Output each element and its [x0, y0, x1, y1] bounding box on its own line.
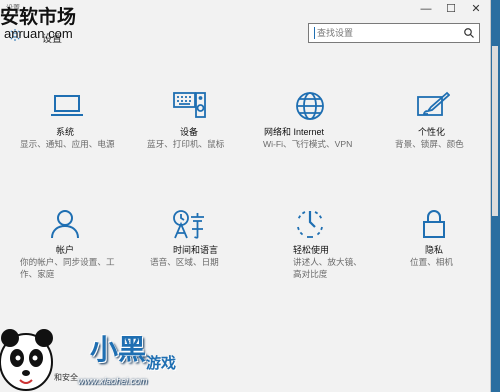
tile-title: 网络和 Internet: [264, 127, 325, 137]
tile-title: 设备: [180, 127, 199, 137]
settings-window: 设置 — ☐ ✕ 设置 系统 显示、通知、应用、电源: [0, 0, 491, 392]
watermark-bottom-url: www.xiaohei.com: [78, 376, 148, 386]
time-language-icon: [173, 210, 204, 239]
tile-title: 隐私: [425, 245, 444, 255]
person-icon: [51, 210, 79, 239]
lock-icon: [423, 210, 445, 238]
tile-title: 个性化: [418, 127, 446, 137]
tile-description: 语音、区域、日期: [150, 257, 219, 267]
ease-of-access-icon: [297, 211, 323, 238]
watermark-top-url: anruan.com: [4, 26, 73, 41]
laptop-icon: [51, 95, 83, 116]
search-caret: [314, 27, 315, 39]
search-icon[interactable]: [463, 27, 475, 39]
search-input[interactable]: [317, 24, 457, 42]
tile-description: 讲述人、放大镜、高对比度: [293, 257, 362, 279]
watermark-bottom-brand: 小黑: [90, 334, 147, 365]
tile-description: 背景、锁屏、颜色: [395, 139, 464, 149]
tile-description: 蓝牙、打印机、鼠标: [147, 139, 225, 149]
panda-mascot-logo: [0, 329, 53, 391]
search-box[interactable]: [308, 23, 480, 43]
tile-title: 系统: [56, 127, 75, 137]
tile-title: 轻松使用: [293, 245, 330, 255]
tile-description: 位置、相机: [410, 257, 453, 267]
paintbrush-icon: [417, 91, 450, 116]
watermark-bottom-game: 游戏: [146, 355, 177, 372]
close-button[interactable]: ✕: [468, 2, 484, 16]
tile-title: 时间和语言: [173, 245, 219, 255]
tile-title: 帐户: [56, 245, 75, 255]
tile-description: Wi-Fi、飞行模式、VPN: [263, 139, 353, 149]
tile-description: 显示、通知、应用、电源: [20, 139, 115, 149]
scrollbar[interactable]: [492, 46, 498, 216]
watermark-top-brand: 安软市场: [0, 7, 77, 28]
globe-icon: [296, 92, 324, 120]
minimize-button[interactable]: —: [418, 2, 434, 16]
keyboard-speaker-icon: [173, 92, 206, 118]
tile-description: 你的帐户、同步设置、工作、家庭: [20, 257, 115, 279]
maximize-button[interactable]: ☐: [443, 2, 459, 16]
